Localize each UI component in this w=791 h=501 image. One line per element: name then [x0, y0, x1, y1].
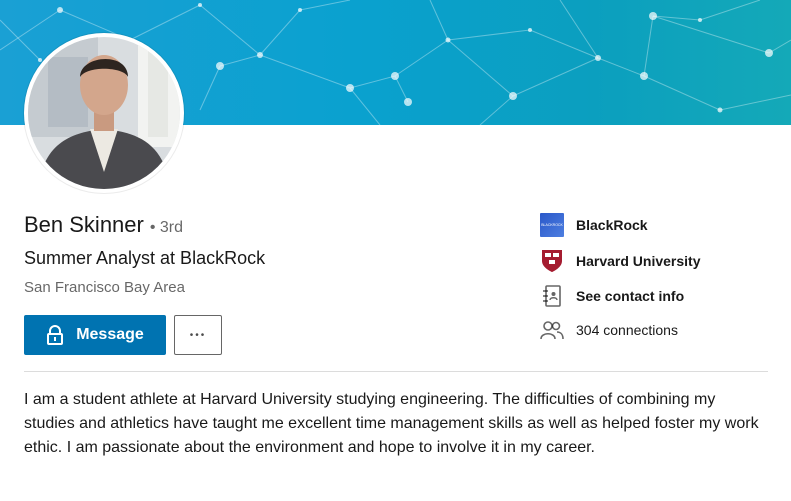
education-school[interactable]: Harvard University — [540, 249, 701, 273]
profile-summary: I am a student athlete at Harvard Univer… — [24, 391, 759, 456]
contact-info-link[interactable]: See contact info — [540, 284, 684, 308]
more-actions-button[interactable]: ••• — [174, 315, 222, 355]
profile-photo[interactable] — [24, 33, 184, 193]
more-icon: ••• — [189, 329, 207, 341]
people-icon — [540, 318, 564, 342]
profile-name: Ben Skinner — [24, 212, 144, 237]
lock-icon — [46, 325, 64, 345]
divider — [24, 371, 768, 372]
harvard-shield-icon — [540, 249, 564, 273]
contact-info-label: See contact info — [576, 288, 685, 304]
blackrock-logo-icon: BLACKROCK — [540, 213, 564, 237]
profile-headline: Summer Analyst at BlackRock — [24, 248, 266, 268]
connection-degree: • 3rd — [149, 219, 184, 236]
message-button-label: Message — [76, 326, 144, 343]
avatar[interactable] — [28, 37, 180, 189]
current-company[interactable]: BLACKROCK BlackRock — [540, 213, 648, 237]
company-name: BlackRock — [576, 217, 648, 233]
name-row: Ben Skinner • 3rd — [24, 212, 183, 238]
school-name: Harvard University — [576, 253, 701, 269]
connections-link[interactable]: 304 connections — [540, 318, 678, 342]
connections-count: 304 connections — [576, 322, 678, 338]
message-button[interactable]: Message — [24, 315, 166, 355]
address-book-icon — [540, 284, 564, 308]
avatar-image — [28, 37, 180, 189]
profile-location: San Francisco Bay Area — [24, 279, 185, 296]
